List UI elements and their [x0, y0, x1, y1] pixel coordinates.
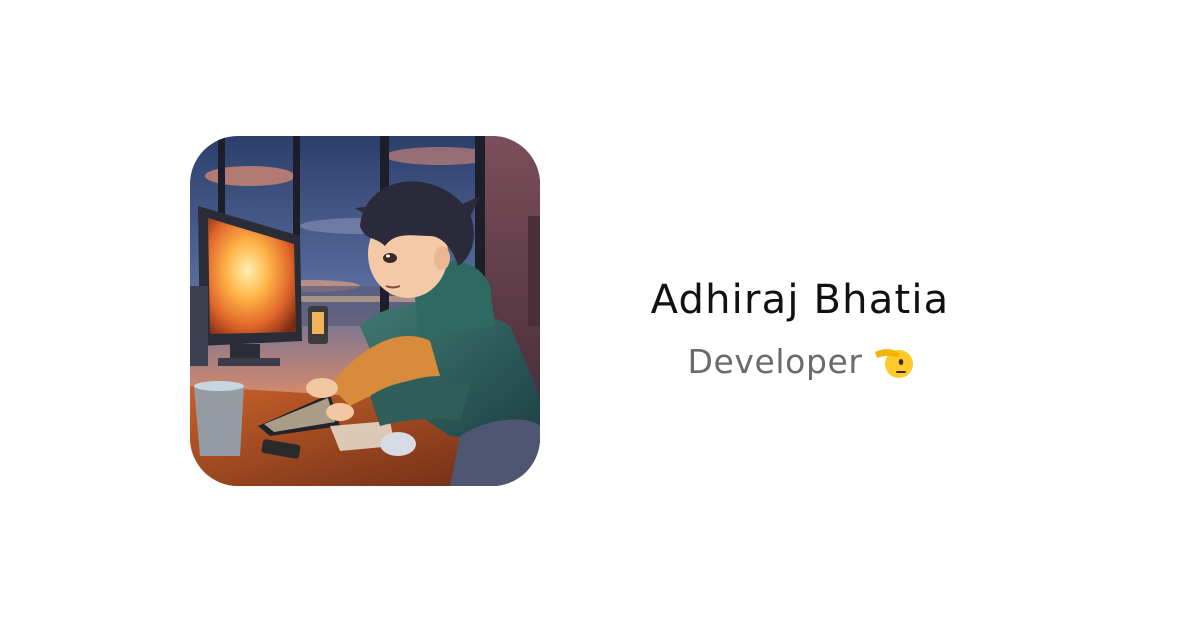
profile-name: Adhiraj Bhatia [650, 277, 950, 323]
saluting-face-icon [873, 342, 913, 382]
avatar [190, 136, 540, 486]
role-line: Developer [600, 338, 1000, 386]
profile-role: Developer [687, 342, 863, 381]
profile-card: Adhiraj Bhatia Developer [0, 0, 1200, 630]
avatar-illustration [190, 136, 540, 486]
profile-text: Adhiraj Bhatia Developer [600, 270, 1000, 386]
